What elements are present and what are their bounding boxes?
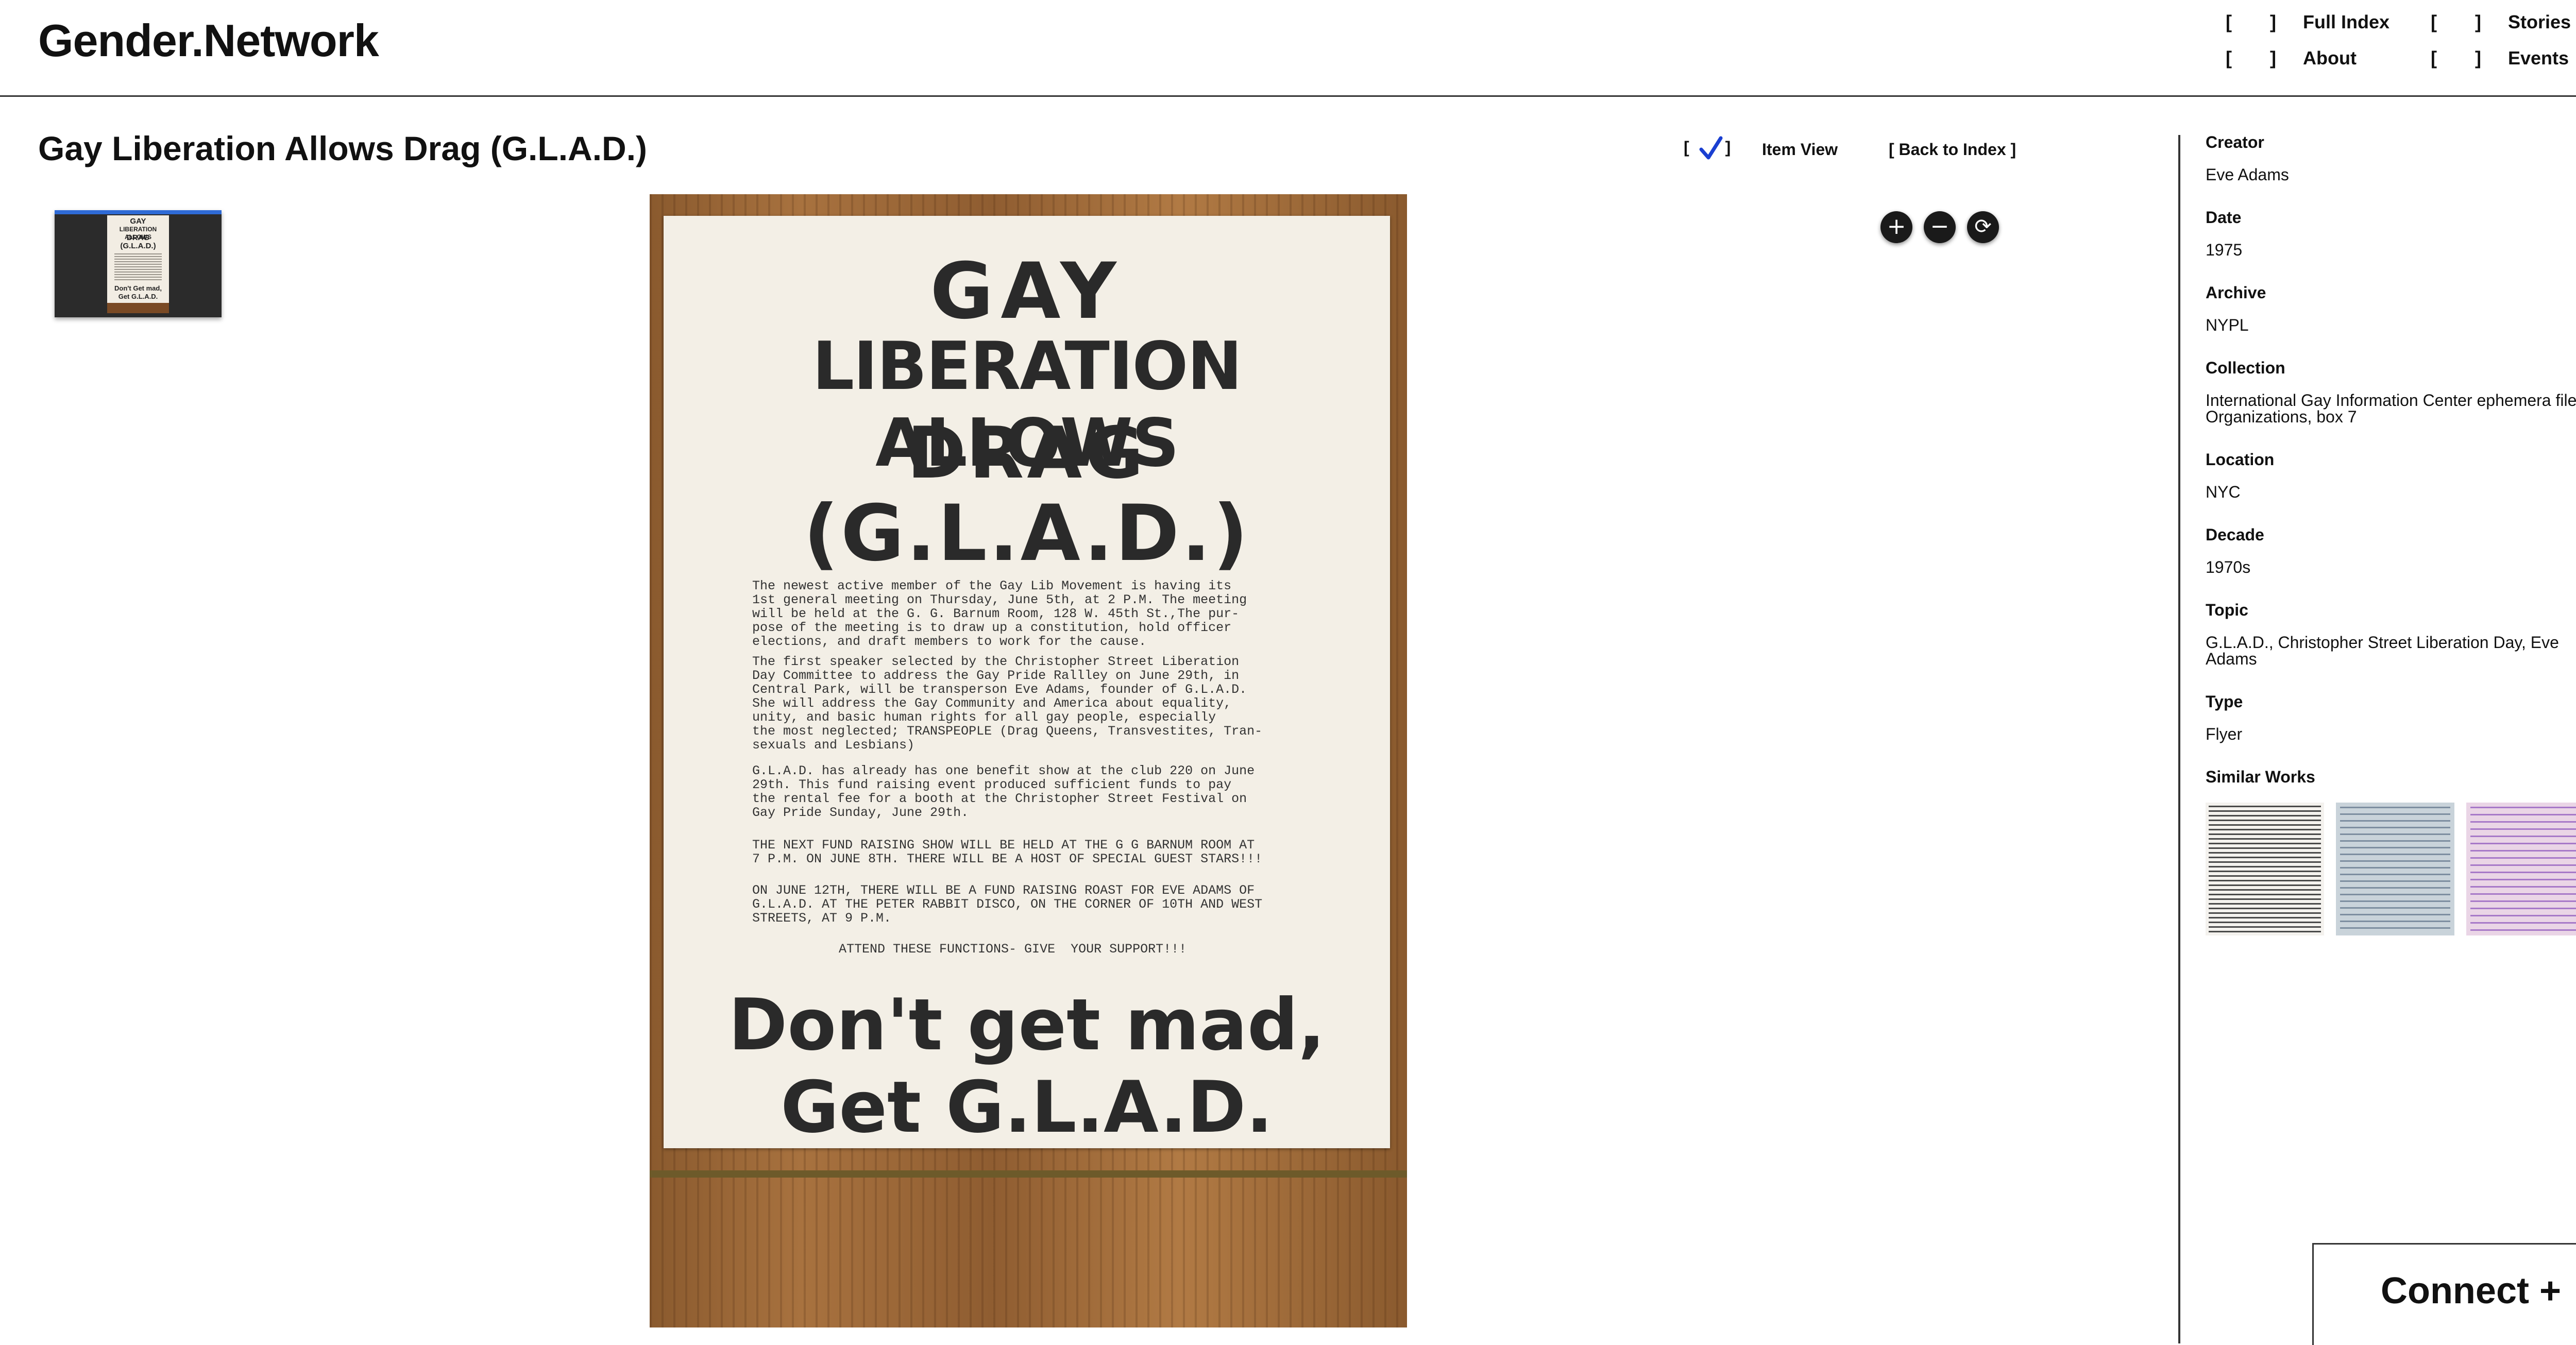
flyer-paragraph: The newest active member of the Gay Lib … (752, 578, 1247, 649)
thumbnail-body-lines (114, 253, 162, 281)
image-viewer[interactable]: GAY LIBERATION ALLOWS DRAG (G.L.A.D.) Th… (650, 194, 1407, 1327)
thumbnail-wood (107, 303, 169, 313)
flyer-paragraph: ON JUNE 12TH, THERE WILL BE A FUND RAISI… (752, 883, 1263, 926)
flyer-slogan: Get G.L.A.D. (781, 1066, 1273, 1149)
meta-label: Similar Works (2206, 768, 2315, 786)
flyer-paragraph: THE NEXT FUND RAISING SHOW WILL BE HELD … (752, 838, 1263, 866)
similar-work-text-lines (2470, 807, 2576, 931)
nav-checkbox[interactable]: [] (2226, 11, 2277, 33)
similar-works-heading: Similar Works (2206, 768, 2576, 787)
meta-archive: Archive NYPL (2206, 283, 2576, 333)
meta-label: Creator (2206, 133, 2264, 151)
meta-label: Decade (2206, 525, 2264, 544)
thumbnail-text: GAY (130, 217, 146, 226)
back-to-index-link[interactable]: [ Back to Index ] (1889, 140, 2016, 159)
nav-label[interactable]: Events (2508, 47, 2569, 69)
flyer-paragraph: ATTEND THESE FUNCTIONS- GIVE YOUR SUPPOR… (839, 942, 1187, 957)
site-header: Gender.Network [] Full Index [] Stories … (0, 0, 2576, 97)
nav-checkbox[interactable]: [] (2431, 47, 2482, 69)
thumbnail-text: DRAG (126, 233, 150, 242)
flyer-headline: GAY (930, 247, 1124, 336)
nav-label[interactable]: About (2303, 47, 2357, 69)
similar-work-text-lines (2340, 807, 2450, 931)
meta-label: Topic (2206, 601, 2248, 619)
page-title: Gay Liberation Allows Drag (G.L.A.D.) (38, 129, 648, 167)
thumbnail-text: Don't Get mad, (114, 284, 162, 292)
meta-label: Location (2206, 450, 2275, 469)
meta-location: Location NYC (2206, 450, 2576, 500)
item-view-label[interactable]: Item View (1762, 140, 1838, 159)
rotate-button[interactable]: ⟳ (1967, 211, 1999, 243)
similar-work-thumbnail[interactable] (2466, 803, 2576, 935)
meta-value[interactable]: G.L.A.D., Christopher Street Liberation … (2206, 634, 2576, 667)
meta-label: Collection (2206, 359, 2285, 377)
meta-decade: Decade 1970s (2206, 525, 2576, 575)
thumbnail-text: (G.L.A.D.) (120, 242, 156, 250)
meta-value[interactable]: NYC (2206, 484, 2576, 500)
flyer-slogan: Don't get mad, (728, 983, 1326, 1066)
flyer-document: GAY LIBERATION ALLOWS DRAG (G.L.A.D.) Th… (664, 216, 1390, 1149)
zoom-in-button[interactable]: + (1880, 211, 1912, 243)
meta-date: Date 1975 (2206, 208, 2576, 258)
similar-work-thumbnail[interactable] (2336, 803, 2454, 935)
meta-value[interactable]: NYPL (2206, 317, 2576, 333)
meta-value[interactable]: 1970s (2206, 559, 2576, 575)
meta-topic: Topic G.L.A.D., Christopher Street Liber… (2206, 601, 2576, 667)
meta-value[interactable]: Eve Adams (2206, 166, 2576, 183)
flyer-headline: (G.L.A.D.) (803, 489, 1250, 578)
meta-label: Type (2206, 692, 2243, 711)
sidebar-divider (2178, 135, 2180, 1343)
zoom-out-button[interactable]: − (1924, 211, 1956, 243)
meta-collection: Collection International Gay Information… (2206, 359, 2576, 425)
flyer-paragraph: G.L.A.D. has already has one benefit sho… (752, 763, 1255, 820)
site-logo[interactable]: Gender.Network (38, 14, 379, 67)
image-thumbnail[interactable]: GAY LIBERATION ALLOWS DRAG (G.L.A.D.) Do… (55, 210, 222, 317)
meta-value[interactable]: International Gay Information Center eph… (2206, 392, 2576, 425)
similar-work-thumbnail[interactable] (2206, 803, 2324, 935)
similar-work-text-lines (2209, 806, 2321, 932)
nav-label[interactable]: Full Index (2303, 11, 2389, 33)
nav-checkbox[interactable]: [] (2431, 11, 2482, 33)
meta-label: Archive (2206, 283, 2266, 302)
checkmark-icon[interactable] (1698, 135, 1724, 162)
thumbnail-flyer: GAY LIBERATION ALLOWS DRAG (G.L.A.D.) Do… (107, 215, 169, 303)
meta-value[interactable]: 1975 (2206, 242, 2576, 258)
meta-type: Type Flyer (2206, 692, 2576, 742)
flyer-headline: DRAG (907, 412, 1147, 495)
nav-label[interactable]: Stories (2508, 11, 2571, 33)
flyer-paragraph: The first speaker selected by the Christ… (752, 654, 1263, 753)
meta-label: Date (2206, 208, 2242, 227)
meta-value[interactable]: Flyer (2206, 726, 2576, 742)
connect-button[interactable]: Connect + (2312, 1243, 2576, 1345)
meta-creator: Creator Eve Adams (2206, 133, 2576, 183)
thumbnail-text: Get G.L.A.D. (118, 293, 158, 300)
nav-checkbox[interactable]: [] (2226, 47, 2277, 69)
wood-edge (650, 1170, 1407, 1178)
